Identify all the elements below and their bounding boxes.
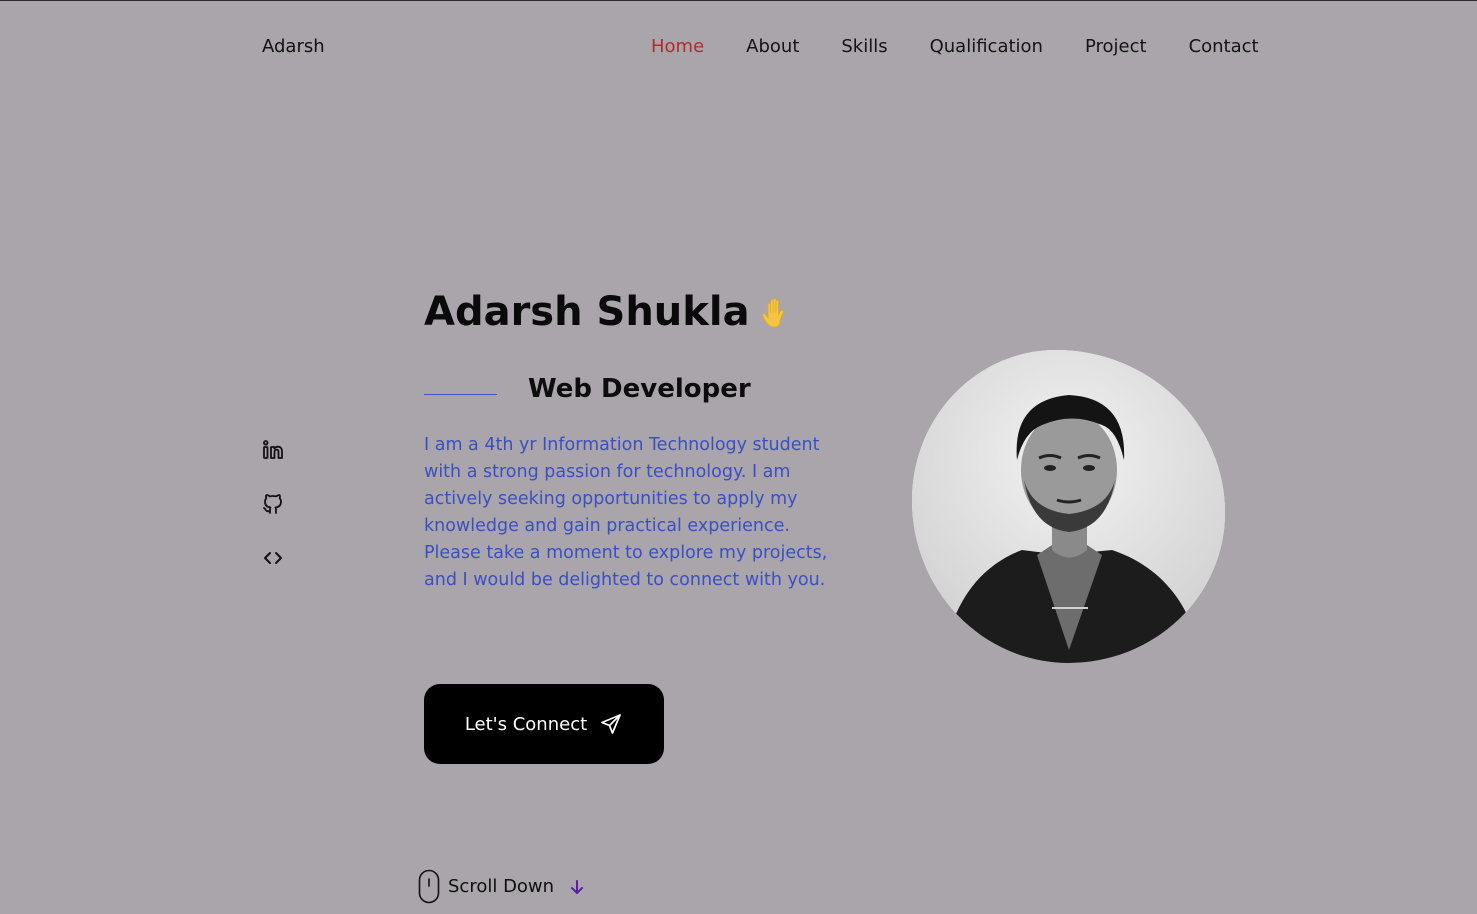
hero-description: I am a 4th yr Information Technology stu… bbox=[424, 435, 828, 590]
arrow-down-icon bbox=[571, 879, 584, 894]
hero-subtitle: Web Developer bbox=[528, 374, 751, 404]
scroll-down-label: Scroll Down bbox=[448, 876, 555, 897]
nav-skills[interactable]: Skills bbox=[841, 36, 887, 57]
waving-hand-icon bbox=[762, 298, 784, 328]
nav-qualification[interactable]: Qualification bbox=[930, 36, 1043, 57]
nav-contact[interactable]: Contact bbox=[1189, 36, 1259, 57]
main-nav: Home About Skills Qualification Project … bbox=[651, 36, 1259, 57]
send-icon bbox=[601, 714, 622, 734]
hero-name-text: Adarsh Shukla bbox=[424, 289, 750, 335]
nav-about[interactable]: About bbox=[746, 36, 799, 57]
site-header: Adarsh Home About Skills Qualification P… bbox=[0, 1, 1477, 93]
social-links bbox=[261, 438, 285, 570]
hero-name: Adarsh Shukla bbox=[424, 289, 792, 335]
nav-project[interactable]: Project bbox=[1085, 36, 1147, 57]
nav-home[interactable]: Home bbox=[651, 36, 704, 57]
lets-connect-button[interactable]: Let's Connect bbox=[424, 684, 664, 764]
profile-photo bbox=[912, 350, 1225, 663]
linkedin-icon[interactable] bbox=[261, 438, 285, 462]
code-icon[interactable] bbox=[261, 546, 285, 570]
scroll-down-button[interactable]: Scroll Down bbox=[418, 869, 586, 904]
github-icon[interactable] bbox=[261, 492, 285, 516]
profile-photo-illustration bbox=[912, 350, 1225, 663]
site-logo[interactable]: Adarsh bbox=[262, 36, 325, 57]
subtitle-divider bbox=[424, 394, 497, 395]
mouse-icon bbox=[418, 869, 440, 904]
lets-connect-label: Let's Connect bbox=[464, 713, 588, 735]
